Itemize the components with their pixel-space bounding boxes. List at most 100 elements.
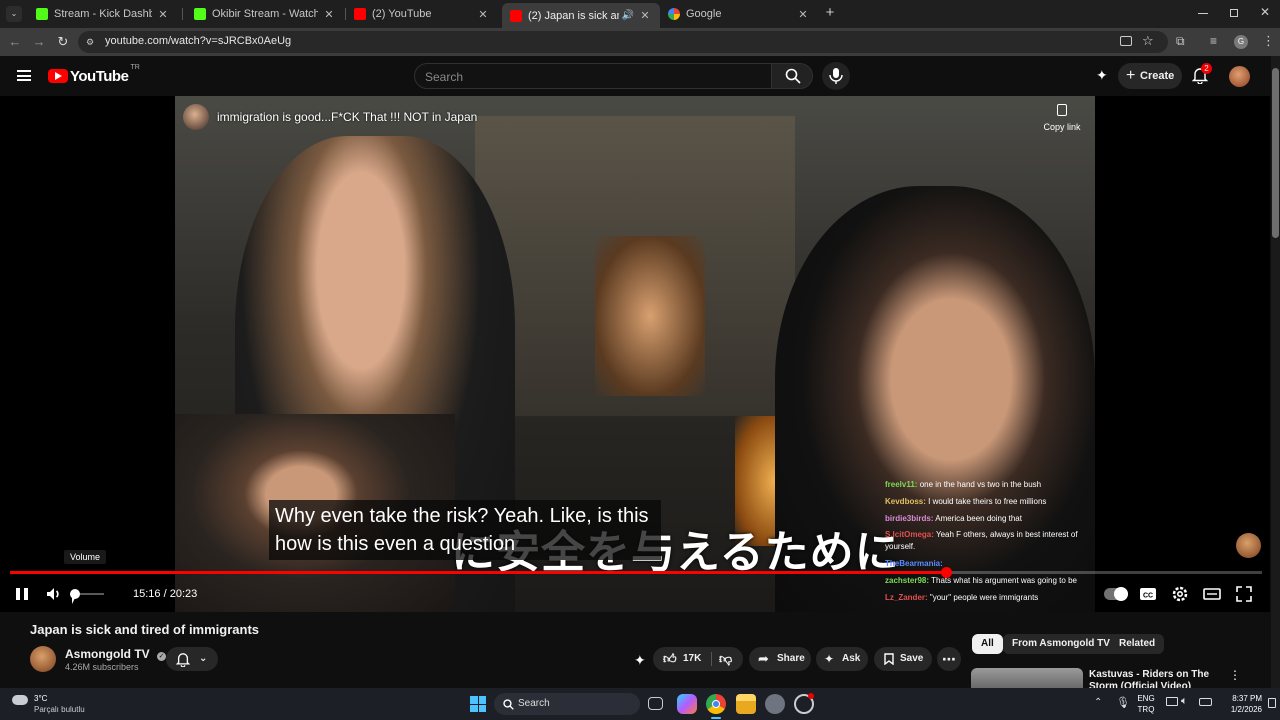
speaker-icon[interactable]: 🔊 [622, 10, 634, 21]
tab-youtube-home[interactable]: (2) YouTube ✕ [346, 3, 498, 25]
reload-icon[interactable]: ↻ [55, 34, 71, 50]
ask-label: Ask [842, 653, 861, 664]
profile-avatar[interactable]: G [1234, 35, 1248, 49]
ask-button[interactable]: ✦ Ask [816, 647, 868, 671]
tab-kick-stream[interactable]: Okibir Stream - Watch Live on K ✕ [186, 3, 344, 25]
clock[interactable]: 8:37 PM 1/2/2026 [1214, 693, 1262, 715]
clock-date: 1/2/2026 [1230, 705, 1262, 714]
theater-mode-button[interactable] [1202, 584, 1222, 604]
search-button[interactable] [771, 63, 813, 89]
extensions-icon[interactable]: ⧉ [1176, 34, 1185, 49]
speaker-tray-icon[interactable]: 🔈︎ [1181, 695, 1188, 708]
notifications-button[interactable]: 2 [1191, 63, 1212, 85]
restore-icon[interactable] [1230, 9, 1238, 17]
youtube-logo[interactable]: YouTube TR [48, 64, 140, 85]
recommended-video-title[interactable]: Kastuvas - Riders on The Storm (Official… [1089, 669, 1219, 688]
chat-text: "your" people were immigrants [927, 593, 1039, 602]
page-scrollbar-thumb[interactable] [1272, 68, 1279, 238]
time-display: 15:16 / 20:23 [133, 588, 197, 600]
thumbs-down-icon: 👎︎ [719, 651, 733, 666]
watch-next-avatar[interactable] [1236, 533, 1261, 558]
back-icon[interactable]: ← [7, 34, 23, 50]
tray-mic-icon[interactable]: 🎙︎ [1116, 696, 1130, 709]
progress-scrubber[interactable] [941, 567, 952, 578]
ask-sparkle-icon[interactable]: ✦ [1096, 67, 1108, 84]
thumbs-up-icon: 👍︎ [663, 651, 677, 666]
task-view-icon[interactable] [648, 697, 663, 710]
close-icon[interactable]: ✕ [156, 8, 170, 21]
tab-search-button[interactable]: ⌄ [6, 6, 22, 22]
microphone-icon [829, 68, 843, 84]
close-window-icon[interactable]: ✕ [1258, 5, 1272, 21]
copy-link-button[interactable]: Copy link [1037, 104, 1087, 132]
taskbar-search-box[interactable]: Search [494, 693, 640, 715]
browser-menu-icon[interactable]: ⋮ [1262, 33, 1275, 49]
more-actions-button[interactable]: ⋯ [937, 647, 961, 671]
hamburger-menu-icon[interactable] [17, 70, 31, 81]
page-scrollbar[interactable] [1271, 56, 1280, 688]
close-icon[interactable]: ✕ [796, 8, 810, 21]
kick-favicon-icon [36, 8, 48, 20]
battery-icon[interactable] [1199, 698, 1212, 706]
recommended-video-thumbnail[interactable] [971, 668, 1083, 688]
settings-app-icon[interactable] [765, 694, 785, 714]
media-control-icon[interactable]: ≡ [1210, 34, 1217, 48]
like-button[interactable]: 👍︎ 17K [661, 647, 709, 671]
account-avatar[interactable] [1229, 66, 1250, 87]
chip-related[interactable]: Related [1110, 634, 1165, 654]
tab-kick-dashboard[interactable]: Stream - Kick Dashboard ✕ [28, 3, 178, 25]
close-icon[interactable]: ✕ [476, 8, 490, 21]
chevron-down-icon: ⌄ [199, 653, 208, 664]
network-icon[interactable] [1166, 697, 1178, 706]
file-explorer-icon[interactable] [736, 694, 756, 714]
cast-icon[interactable] [1120, 36, 1132, 46]
ai-summary-icon[interactable]: ✦ [634, 652, 646, 669]
new-tab-button[interactable]: + [822, 5, 838, 21]
mute-button[interactable] [44, 584, 64, 604]
share-button[interactable]: ➦ Share [749, 647, 811, 671]
forward-icon[interactable]: → [31, 34, 47, 50]
taskbar-search-label: Search [518, 698, 550, 709]
subscribed-notifications-button[interactable]: ⌄ [166, 647, 218, 671]
language-indicator[interactable]: ENG TRQ [1136, 693, 1156, 715]
chip-from-channel[interactable]: From Asmongold TV [1003, 634, 1119, 654]
settings-button[interactable] [1170, 584, 1190, 604]
chat-username: Lz_Zander: [885, 593, 928, 602]
recommended-more-icon[interactable]: ⋮ [1229, 668, 1241, 682]
chrome-icon[interactable] [706, 694, 726, 714]
channel-name[interactable]: Asmongold TV ✓ [65, 647, 167, 661]
minimize-icon[interactable] [1198, 13, 1208, 14]
autoplay-toggle[interactable] [1104, 587, 1128, 601]
weather-widget[interactable]: 3°C Parçalı bulutlu [10, 692, 110, 716]
chat-message: freelv11: one in the hand vs two in the … [885, 476, 1100, 493]
notification-center-icon[interactable] [1268, 698, 1276, 708]
site-info-icon[interactable]: ⚙ [86, 36, 98, 48]
fullscreen-button[interactable] [1234, 584, 1254, 604]
start-button[interactable] [470, 696, 486, 712]
copilot-icon[interactable] [677, 694, 697, 714]
close-icon[interactable]: ✕ [638, 9, 652, 22]
pause-button[interactable] [12, 584, 32, 604]
create-button[interactable]: + Create [1118, 63, 1182, 89]
save-button[interactable]: Save [874, 647, 932, 671]
dislike-button[interactable]: 👎︎ [715, 647, 739, 671]
volume-tooltip: Volume [64, 550, 107, 564]
address-bar[interactable]: ⚙ youtube.com/watch?v=sJRCBx0AeUg ☆ [78, 31, 1168, 53]
neon-sign [595, 236, 705, 396]
search-input[interactable]: Search [414, 63, 772, 89]
tab-google[interactable]: Google ✕ [660, 3, 818, 25]
channel-avatar[interactable] [30, 646, 56, 672]
subtitles-button[interactable]: CC [1138, 584, 1158, 604]
voice-search-button[interactable] [822, 62, 850, 90]
bookmark-star-icon[interactable]: ☆ [1142, 33, 1154, 49]
share-icon: ➦ [758, 651, 769, 666]
chat-message: birdie3birds: America been doing that [885, 510, 1100, 527]
tab-current-video[interactable]: (2) Japan is sick and tired of 🔊 ✕ [502, 3, 660, 28]
close-icon[interactable]: ✕ [322, 8, 336, 21]
tray-overflow-icon[interactable]: ⌃ [1094, 697, 1102, 708]
channel-thumb-avatar[interactable] [183, 104, 209, 130]
youtube-favicon-icon [510, 9, 522, 22]
obs-notification-dot [808, 693, 814, 699]
overlay-video-title[interactable]: immigration is good...F*CK That !!! NOT … [217, 110, 477, 124]
chip-all[interactable]: All [972, 634, 1003, 654]
